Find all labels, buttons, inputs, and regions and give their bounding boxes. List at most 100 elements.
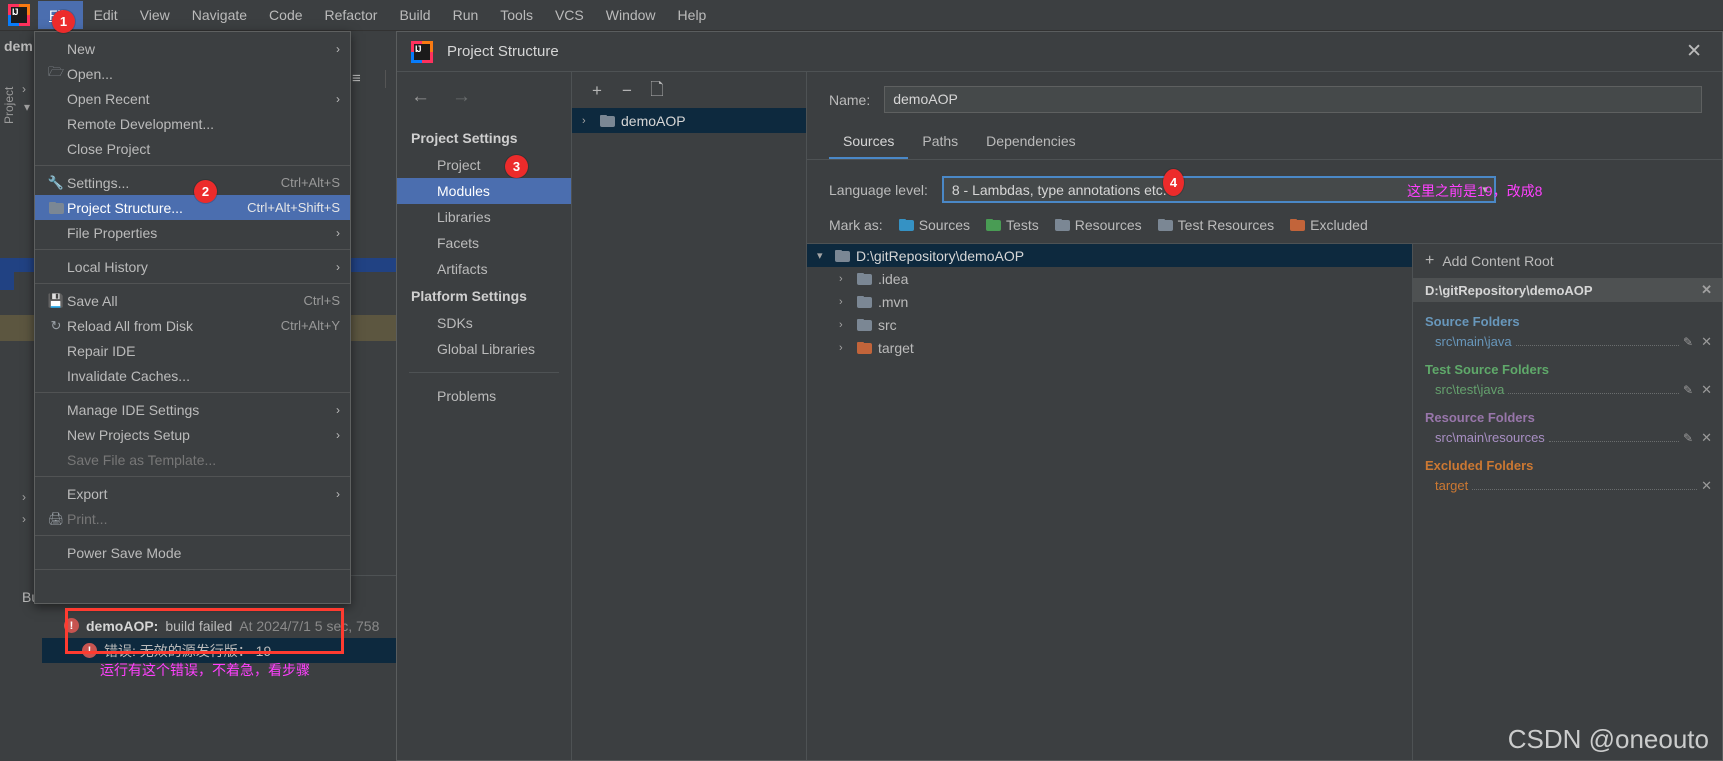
- chevron-down-icon-bg: ▾: [24, 100, 31, 114]
- menu-help[interactable]: Help: [667, 1, 718, 29]
- tree-row-label: .mvn: [878, 293, 909, 310]
- file-menu-item-save-file-as-template: Save File as Template...: [35, 447, 350, 472]
- tab-sources[interactable]: Sources: [829, 127, 909, 159]
- menu-navigate[interactable]: Navigate: [181, 1, 258, 29]
- file-menu-item-new[interactable]: New ›: [35, 36, 350, 61]
- test-source-folder-row[interactable]: src\test\java ✎ ✕: [1425, 377, 1712, 398]
- mark-as-tests-button[interactable]: Tests: [986, 217, 1039, 233]
- menu-separator: [35, 283, 350, 284]
- edit-pencil-icon[interactable]: ✎: [1683, 383, 1693, 397]
- file-menu-item-project-structure[interactable]: Project Structure... Ctrl+Alt+Shift+S: [35, 195, 350, 220]
- remove-icon[interactable]: ✕: [1701, 430, 1712, 446]
- file-menu-item-remote-development-label: Remote Development...: [67, 115, 215, 132]
- chevron-right-icon-bg-1: ›: [22, 490, 26, 504]
- excluded-folder-row[interactable]: target ✕: [1425, 473, 1712, 494]
- chevron-right-icon[interactable]: ›: [839, 296, 851, 308]
- resource-folders-title: Resource Folders: [1425, 410, 1535, 425]
- dotted-leader: [1548, 441, 1680, 442]
- menu-tools[interactable]: Tools: [489, 1, 544, 29]
- file-menu-item-manage-ide-settings[interactable]: Manage IDE Settings ›: [35, 397, 350, 422]
- file-menu-item-open-recent[interactable]: Open Recent ›: [35, 86, 350, 111]
- file-menu-dropdown[interactable]: New › 🗁 Open... Open Recent › Remote Dev…: [34, 31, 351, 604]
- sidebar-item-project[interactable]: Project: [397, 152, 571, 178]
- sidebar-item-sdks[interactable]: SDKs: [397, 310, 571, 336]
- chevron-right-icon[interactable]: ›: [839, 342, 851, 354]
- add-content-root-button[interactable]: + Add Content Root: [1413, 244, 1722, 278]
- chevron-right-icon[interactable]: ›: [582, 115, 594, 127]
- mark-as-sources-button[interactable]: Sources: [898, 217, 970, 233]
- file-menu-item-reload-all-from-disk-label: Reload All from Disk: [67, 317, 194, 334]
- source-folder-row[interactable]: src\main\java ✎ ✕: [1425, 329, 1712, 350]
- file-menu-item-close-project[interactable]: Close Project: [35, 136, 350, 161]
- remove-icon[interactable]: ✕: [1701, 334, 1712, 350]
- sidebar-item-facets[interactable]: Facets: [397, 230, 571, 256]
- tree-row-mvn[interactable]: › .mvn: [807, 290, 1412, 313]
- sidebar-item-modules[interactable]: Modules: [397, 178, 571, 204]
- resource-folder-row[interactable]: src\main\resources ✎ ✕: [1425, 425, 1712, 446]
- remove-icon[interactable]: ✕: [1701, 478, 1712, 494]
- file-menu-item-save-all[interactable]: 💾 Save All Ctrl+S: [35, 288, 350, 313]
- chevron-right-icon[interactable]: ›: [839, 319, 851, 331]
- file-menu-item-reload-all-from-disk[interactable]: ↻ Reload All from Disk Ctrl+Alt+Y: [35, 313, 350, 338]
- menu-separator: [35, 535, 350, 536]
- file-menu-item-repair-ide[interactable]: Repair IDE: [35, 338, 350, 363]
- close-icon[interactable]: ✕: [1676, 40, 1712, 63]
- tree-row-content-root[interactable]: ▾ D:\gitRepository\demoAOP: [807, 244, 1412, 267]
- tree-row-idea[interactable]: › .idea: [807, 267, 1412, 290]
- mark-as-excluded-button[interactable]: Excluded: [1290, 217, 1368, 233]
- chevron-down-icon[interactable]: ▾: [817, 249, 829, 262]
- module-list-item-demoaop[interactable]: › demoAOP: [572, 108, 806, 133]
- edit-pencil-icon[interactable]: ✎: [1683, 431, 1693, 445]
- collapse-all-icon[interactable]: ≡: [352, 70, 361, 87]
- sidebar-item-artifacts[interactable]: Artifacts: [397, 256, 571, 282]
- menu-separator: [35, 569, 350, 570]
- menu-window[interactable]: Window: [595, 1, 667, 29]
- menu-vcs[interactable]: VCS: [544, 1, 595, 29]
- tab-dependencies[interactable]: Dependencies: [972, 127, 1090, 159]
- build-row-failed[interactable]: ! demoAOP: build failed At 2024/7/1 5 se…: [42, 613, 396, 638]
- file-menu-item-local-history[interactable]: Local History ›: [35, 254, 350, 279]
- remove-icon[interactable]: ✕: [1701, 382, 1712, 398]
- file-menu-item-new-projects-setup[interactable]: New Projects Setup ›: [35, 422, 350, 447]
- file-menu-item-exit[interactable]: [35, 574, 350, 599]
- mark-as-test-resources-button[interactable]: Test Resources: [1157, 217, 1274, 233]
- file-menu-item-remote-development[interactable]: Remote Development...: [35, 111, 350, 136]
- test-source-folder-path: src\test\java: [1435, 382, 1505, 397]
- module-name-input[interactable]: demoAOP: [884, 86, 1702, 113]
- tree-row-target[interactable]: › target: [807, 336, 1412, 359]
- file-menu-item-power-save-mode[interactable]: Power Save Mode: [35, 540, 350, 565]
- menu-run[interactable]: Run: [442, 1, 490, 29]
- sidebar-divider: [409, 372, 559, 373]
- tree-row-src[interactable]: › src: [807, 313, 1412, 336]
- content-root-path: D:\gitRepository\demoAOP: [1425, 282, 1593, 298]
- mark-as-resources-button[interactable]: Resources: [1054, 217, 1142, 233]
- remove-module-button[interactable]: −: [612, 80, 642, 102]
- back-arrow-icon[interactable]: ←: [411, 86, 430, 108]
- build-row-text: build failed: [165, 617, 233, 634]
- source-folders-group: Source Folders src\main\java ✎ ✕: [1413, 302, 1722, 350]
- file-menu-item-export[interactable]: Export ›: [35, 481, 350, 506]
- file-menu-item-open[interactable]: 🗁 Open...: [35, 61, 350, 86]
- sidebar-item-libraries[interactable]: Libraries: [397, 204, 571, 230]
- file-menu-item-file-properties[interactable]: File Properties ›: [35, 220, 350, 245]
- tab-paths[interactable]: Paths: [908, 127, 972, 159]
- remove-content-root-icon[interactable]: ✕: [1701, 282, 1712, 298]
- file-menu-item-invalidate-caches[interactable]: Invalidate Caches...: [35, 363, 350, 388]
- language-level-value: 8 - Lambdas, type annotations etc.: [951, 181, 1167, 198]
- chevron-right-icon: ›: [336, 91, 340, 106]
- sidebar-item-global-libraries[interactable]: Global Libraries: [397, 336, 571, 362]
- menu-edit[interactable]: Edit: [83, 1, 129, 29]
- menu-refactor[interactable]: Refactor: [314, 1, 389, 29]
- project-tool-window-tab[interactable]: Project: [2, 60, 20, 150]
- menu-code[interactable]: Code: [258, 1, 313, 29]
- sidebar-item-problems[interactable]: Problems: [397, 383, 571, 409]
- chevron-right-icon[interactable]: ›: [839, 273, 851, 285]
- edit-pencil-icon[interactable]: ✎: [1683, 335, 1693, 349]
- forward-arrow-icon[interactable]: →: [452, 86, 471, 108]
- menu-build[interactable]: Build: [388, 1, 441, 29]
- copy-module-icon[interactable]: 🗋: [642, 80, 672, 102]
- source-folders-title: Source Folders: [1425, 314, 1520, 329]
- menu-view[interactable]: View: [129, 1, 181, 29]
- file-menu-item-settings[interactable]: 🔧 Settings... Ctrl+Alt+S: [35, 170, 350, 195]
- add-module-button[interactable]: +: [582, 80, 612, 102]
